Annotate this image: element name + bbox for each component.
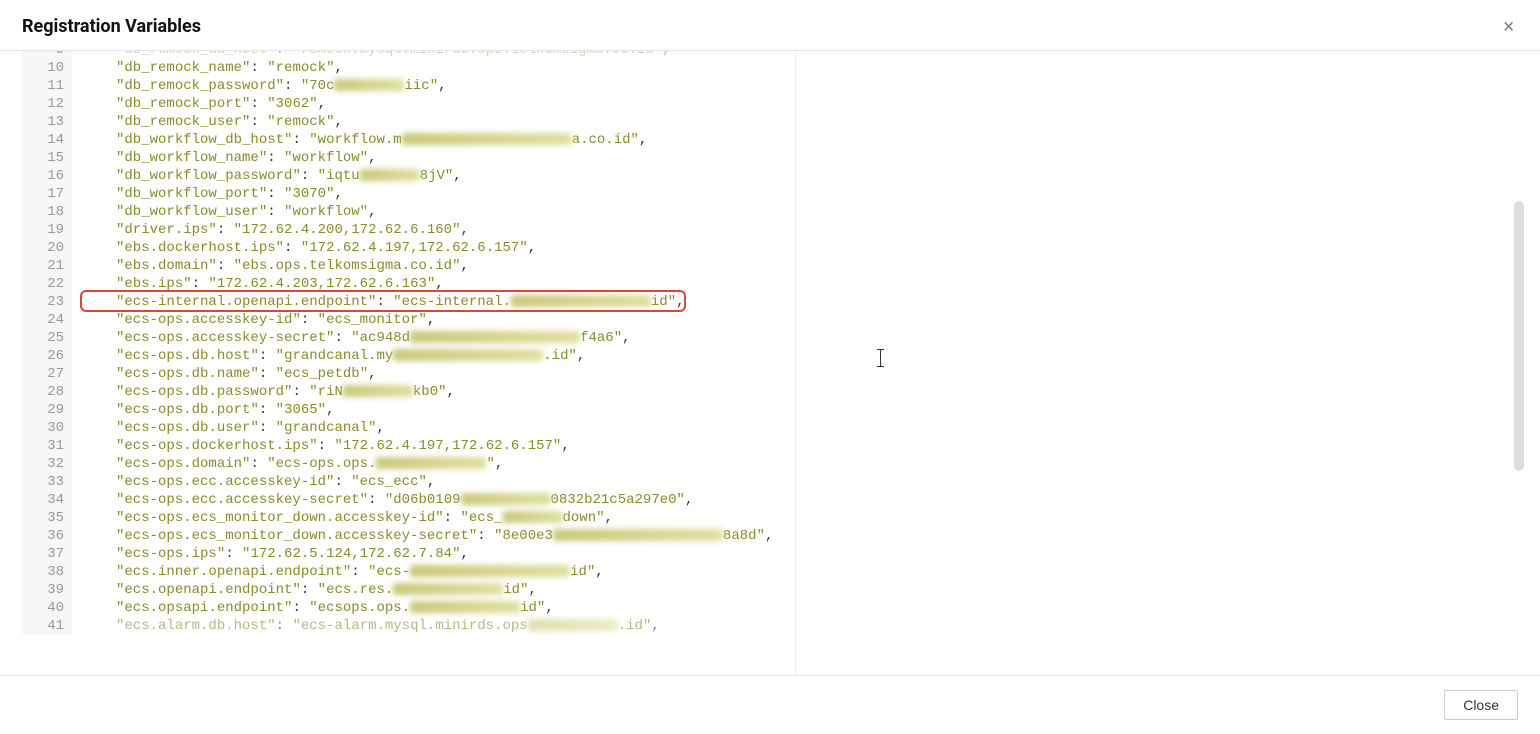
scrollbar-thumb[interactable] (1514, 201, 1524, 471)
close-icon[interactable]: × (1499, 14, 1518, 38)
line-number-gutter: 9101112131415161718192021222324252627282… (22, 51, 72, 635)
text-cursor-icon (880, 349, 881, 367)
editor-ruler (795, 51, 796, 675)
modal-header: Registration Variables × (0, 0, 1540, 51)
modal-title: Registration Variables (22, 16, 201, 37)
modal-body: 9101112131415161718192021222324252627282… (0, 51, 1540, 675)
code-editor[interactable]: 9101112131415161718192021222324252627282… (22, 51, 1506, 675)
registration-variables-modal: Registration Variables × 910111213141516… (0, 0, 1540, 734)
close-button[interactable]: Close (1444, 690, 1518, 720)
code-content[interactable]: "db_remock_db_host": "remock.mysql.minir… (72, 51, 1506, 635)
modal-footer: Close (0, 675, 1540, 734)
